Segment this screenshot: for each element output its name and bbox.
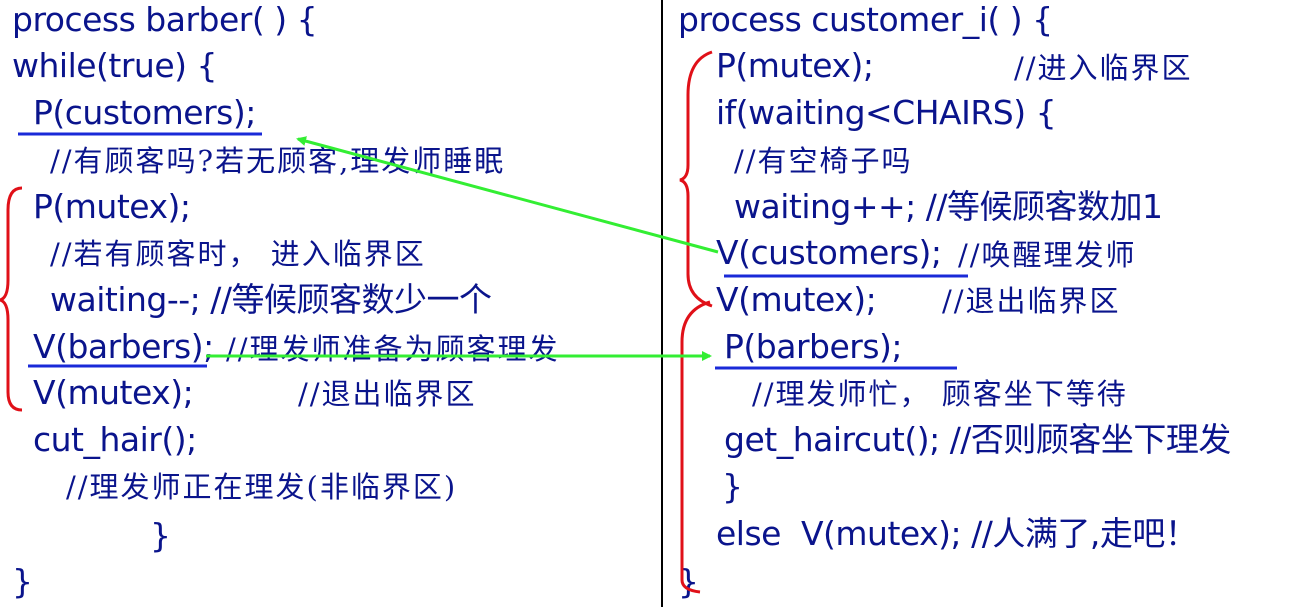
- bracket-customer-critical-section-lower: [680, 300, 711, 594]
- arrow-v-customers-to-p-customers: [296, 136, 719, 254]
- annotation-overlay: [0, 50, 968, 594]
- bracket-barber-critical-section: [0, 186, 23, 412]
- bracket-customer-critical-section-upper: [679, 50, 713, 308]
